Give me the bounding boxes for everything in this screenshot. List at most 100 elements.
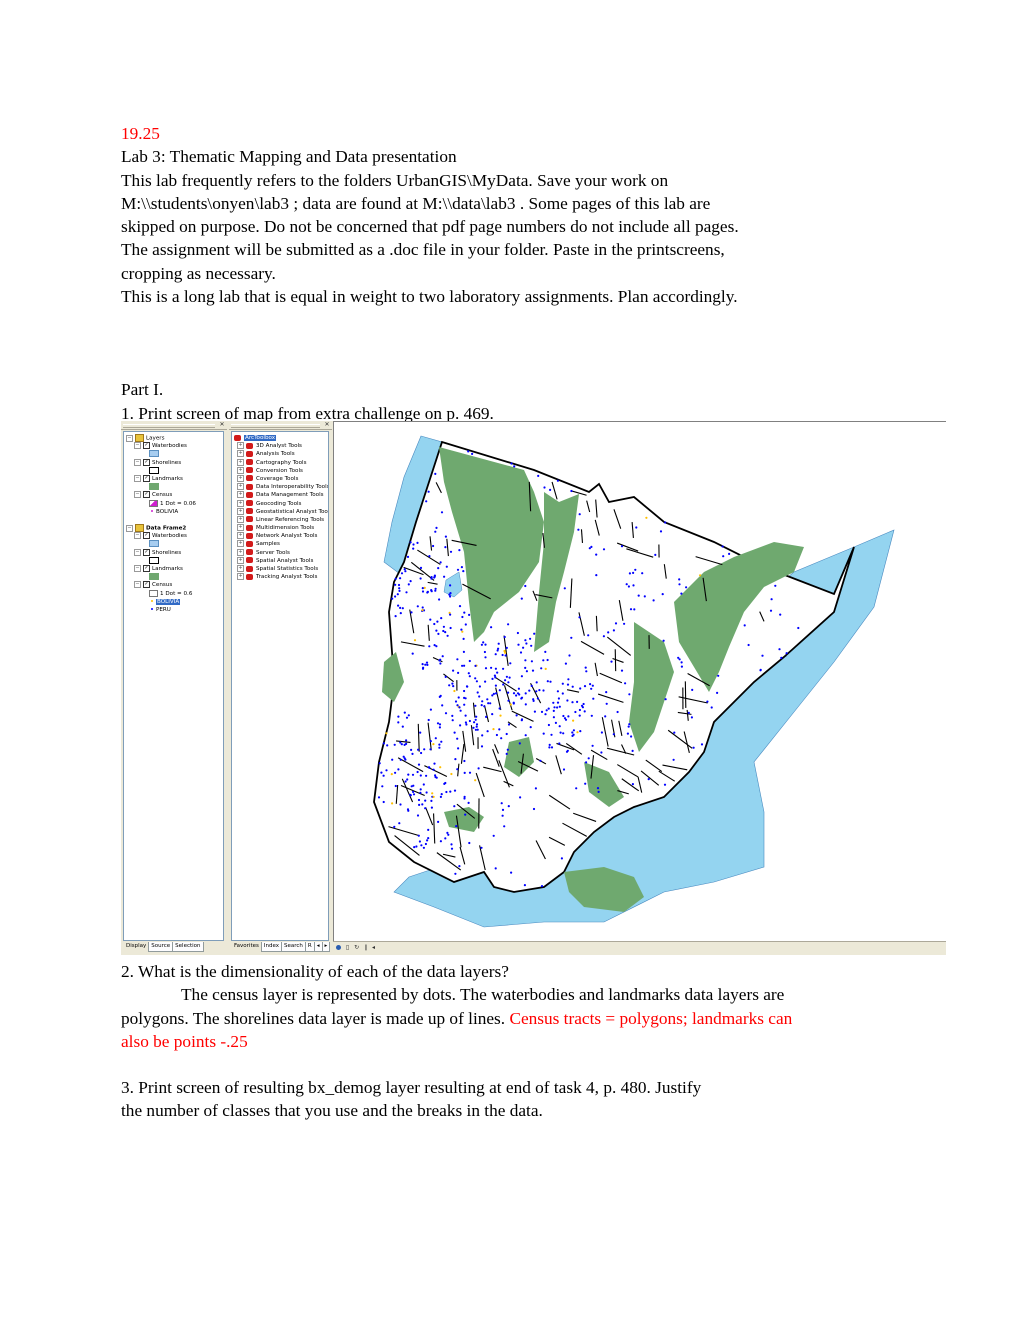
toolbox-item[interactable]: + Samples — [234, 540, 328, 548]
toc-titlebar[interactable]: ✕ — [121, 421, 227, 430]
data-view-icon[interactable] — [336, 945, 341, 950]
layer-row[interactable]: − ✓ Waterbodies — [126, 532, 223, 540]
layer-name[interactable]: Landmarks — [152, 476, 183, 482]
layer-name[interactable]: Waterbodies — [152, 533, 187, 539]
expand-icon[interactable]: + — [237, 556, 244, 564]
toolbox-item[interactable]: + Coverage Tools — [234, 474, 328, 483]
toolbox-item[interactable]: + Server Tools — [234, 548, 328, 557]
layer-name[interactable]: Census — [152, 492, 172, 498]
tab-display[interactable]: Display — [123, 942, 150, 952]
toolbox-item[interactable]: + Cartography Tools — [234, 458, 328, 467]
census-field-row[interactable]: BOLIVIA — [126, 508, 223, 516]
layer-visibility-checkbox[interactable]: ✓ — [143, 565, 150, 572]
toolbox-item-label[interactable]: 3D Analyst Tools — [256, 443, 302, 449]
layer-row[interactable]: − ✓ Census — [126, 581, 223, 589]
collapse-icon[interactable]: − — [134, 442, 141, 450]
toolbox-item-label[interactable]: Network Analyst Tools — [256, 533, 317, 539]
field-name[interactable]: BOLIVIA — [156, 509, 178, 515]
expand-icon[interactable]: + — [237, 474, 244, 482]
layer-visibility-checkbox[interactable]: ✓ — [143, 491, 150, 499]
expand-icon[interactable]: + — [237, 442, 244, 450]
expand-icon[interactable]: + — [237, 458, 244, 466]
collapse-icon[interactable]: − — [134, 581, 141, 589]
collapse-icon[interactable]: − — [134, 491, 141, 499]
expand-icon[interactable]: + — [237, 491, 244, 499]
layer-visibility-checkbox[interactable]: ✓ — [143, 442, 150, 450]
collapse-icon[interactable]: − — [126, 434, 133, 442]
layer-visibility-checkbox[interactable]: ✓ — [143, 458, 150, 466]
toolbox-item[interactable]: + Geocoding Tools — [234, 499, 328, 508]
close-icon[interactable]: ✕ — [218, 421, 226, 429]
census-field-row[interactable]: PERU — [126, 606, 223, 614]
map-display[interactable]: Tools× ⊕⊖⁞⁞⁞⁞✋●⇦⇨⬚▭➤ℹ⚲xy⊥ϟ — [333, 421, 946, 942]
toolbox-root-row[interactable]: ArcToolbox — [234, 434, 328, 442]
layer-name[interactable]: Census — [152, 582, 172, 588]
expand-icon[interactable]: + — [237, 466, 244, 474]
expand-icon[interactable]: + — [237, 499, 244, 507]
expand-icon[interactable]: + — [237, 515, 244, 523]
toolbox-item-label[interactable]: Geostatistical Analyst Tools — [256, 509, 328, 515]
toolbox-item-label[interactable]: Data Management Tools — [256, 492, 324, 498]
expand-icon[interactable]: + — [237, 524, 244, 532]
pause-icon[interactable]: ∥ — [364, 942, 367, 954]
toolbox-item[interactable]: + Data Management Tools — [234, 491, 328, 499]
toolbox-item[interactable]: + Linear Referencing Tools — [234, 515, 328, 524]
layer-visibility-checkbox[interactable]: ✓ — [143, 532, 150, 540]
layer-visibility-checkbox[interactable]: ✓ — [143, 581, 150, 589]
toolbox-root-label[interactable]: ArcToolbox — [244, 435, 277, 441]
scroll-left-icon[interactable]: ◂ — [372, 942, 375, 954]
expand-icon[interactable]: + — [237, 507, 244, 515]
layer-name[interactable]: Waterbodies — [152, 443, 187, 449]
toolbox-item-label[interactable]: Samples — [256, 541, 280, 547]
toolbox-item-label[interactable]: Server Tools — [256, 550, 290, 556]
collapse-icon[interactable]: − — [134, 565, 141, 572]
toolbox-item-label[interactable]: Linear Referencing Tools — [256, 517, 324, 523]
tab-source[interactable]: Source — [148, 942, 174, 952]
toolbox-item-label[interactable]: Cartography Tools — [256, 460, 307, 466]
expand-icon[interactable]: + — [237, 565, 244, 572]
layer-name[interactable]: Shorelines — [152, 460, 181, 466]
data-frame-name[interactable]: Data Frame2 — [146, 526, 186, 532]
toolbox-item[interactable]: + Analysis Tools — [234, 450, 328, 458]
expand-icon[interactable]: + — [237, 573, 244, 581]
tab-selection[interactable]: Selection — [172, 942, 204, 952]
toolbox-item-label[interactable]: Tracking Analyst Tools — [256, 574, 317, 580]
tab-index[interactable]: Index — [260, 942, 283, 952]
collapse-icon[interactable]: − — [134, 548, 141, 556]
layer-row[interactable]: − ✓ Census — [126, 491, 223, 499]
collapse-icon[interactable]: − — [126, 524, 133, 532]
census-field-row[interactable]: BOLIVIA — [126, 598, 223, 606]
toolbox-item-label[interactable]: Multidimension Tools — [256, 525, 314, 531]
expand-icon[interactable]: + — [237, 450, 244, 458]
toolbox-item[interactable]: + Spatial Statistics Tools — [234, 565, 328, 573]
close-icon[interactable]: ✕ — [323, 421, 331, 429]
toolbox-item[interactable]: + Multidimension Tools — [234, 524, 328, 532]
toolbox-item-label[interactable]: Spatial Statistics Tools — [256, 566, 318, 572]
toolbox-item[interactable]: + Tracking Analyst Tools — [234, 573, 328, 581]
toolbox-item[interactable]: + Data Interoperability Tools — [234, 483, 328, 491]
toolbox-item-label[interactable]: Geocoding Tools — [256, 501, 301, 507]
collapse-icon[interactable]: − — [134, 532, 141, 540]
toolbox-item[interactable]: +3D Analyst Tools — [234, 442, 328, 450]
toolbox-item-label[interactable]: Analysis Tools — [256, 451, 295, 457]
expand-icon[interactable]: + — [237, 548, 244, 556]
toolbox-item[interactable]: + Network Analyst Tools — [234, 532, 328, 540]
layer-visibility-checkbox[interactable]: ✓ — [143, 474, 150, 482]
toolbox-item-label[interactable]: Data Interoperability Tools — [256, 484, 328, 490]
expand-icon[interactable]: + — [237, 532, 244, 540]
toolbox-item-label[interactable]: Conversion Tools — [256, 468, 303, 474]
layer-row[interactable]: − ✓ Waterbodies — [126, 442, 223, 450]
toolbox-item[interactable]: + Geostatistical Analyst Tools — [234, 507, 328, 516]
expand-icon[interactable]: + — [237, 540, 244, 548]
data-frame-name[interactable]: Layers — [146, 436, 165, 442]
bronx-map[interactable] — [334, 422, 946, 942]
layer-visibility-checkbox[interactable]: ✓ — [143, 548, 150, 556]
toolbox-item-label[interactable]: Coverage Tools — [256, 476, 298, 482]
tab-scroll-right[interactable]: ▸ — [321, 942, 331, 952]
layer-row[interactable]: − ✓ Shorelines — [126, 548, 223, 557]
layer-name[interactable]: Landmarks — [152, 566, 183, 572]
data-frame-row[interactable]: − Data Frame2 — [126, 524, 223, 533]
collapse-icon[interactable]: − — [134, 458, 141, 466]
collapse-icon[interactable]: − — [134, 474, 141, 482]
toolbox-item[interactable]: + Conversion Tools — [234, 466, 328, 475]
